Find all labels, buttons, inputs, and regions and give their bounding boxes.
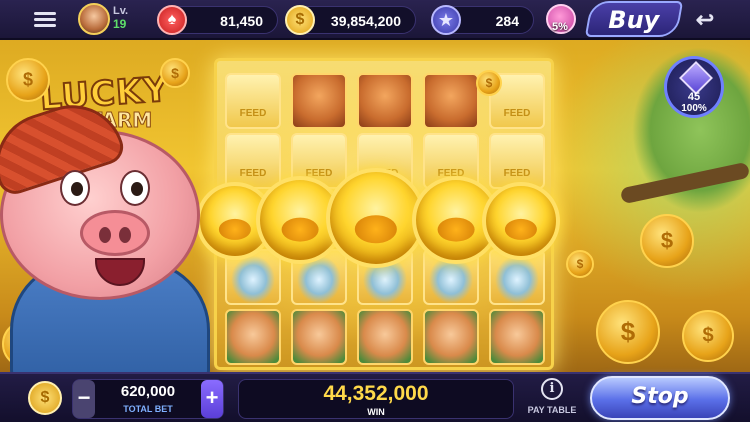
symbol-farmer xyxy=(291,73,347,129)
symbol-farmer xyxy=(357,73,413,129)
bet-increase-button[interactable]: + xyxy=(201,380,223,418)
win-panel: 44,352,000 WIN xyxy=(238,379,514,419)
gold-coin-decoration: $ xyxy=(682,310,734,362)
pay-table-label: PAY TABLE xyxy=(527,405,577,415)
symbol-farm-girl xyxy=(225,309,281,365)
total-bet-label: TOTAL BET xyxy=(123,404,173,414)
symbol-farm-girl xyxy=(423,309,479,365)
win-label: WIN xyxy=(367,407,385,417)
symbol-feed: FEED xyxy=(225,133,281,189)
stop-label: Stop xyxy=(631,384,689,409)
info-icon: i xyxy=(541,378,563,400)
coin-symbol: $ xyxy=(702,324,714,347)
bottom-bar: − 620,000 TOTAL BET + 44,352,000 WIN i P… xyxy=(0,372,750,422)
stars-value: 284 xyxy=(495,13,519,29)
feed-label: FEED xyxy=(503,168,531,179)
gold-coin-decoration: $ xyxy=(640,214,694,268)
feed-label: FEED xyxy=(239,108,267,119)
coin-symbol: $ xyxy=(485,76,493,90)
pig-eye xyxy=(120,170,150,206)
pig-snout xyxy=(80,210,150,256)
gold-coin-decoration: $ xyxy=(596,300,660,364)
coin-symbol: $ xyxy=(660,228,674,253)
mission-percent: 100% xyxy=(681,103,707,114)
coins-value: 39,854,200 xyxy=(330,13,401,29)
feed-label: FEED xyxy=(503,108,531,119)
symbol-feed: FEED xyxy=(225,73,281,129)
gold-coin-decoration: $ xyxy=(566,250,594,278)
mission-badge[interactable]: 45 100% xyxy=(664,56,724,118)
pig-mascot xyxy=(0,91,230,390)
top-bar: Lv. 19 81,450 39,854,200 284 5% Buy ↩ xyxy=(0,0,750,40)
gold-coin-decoration: $ xyxy=(476,70,502,96)
buy-label: Buy xyxy=(608,6,660,34)
symbol-farm-girl xyxy=(357,309,413,365)
level-value: 19 xyxy=(113,17,127,31)
coin-symbol: $ xyxy=(576,257,584,271)
symbol-farm-girl xyxy=(291,309,347,365)
pig-coin-symbol xyxy=(326,168,426,268)
coin-symbol: $ xyxy=(22,69,33,90)
star-icon xyxy=(431,5,461,35)
symbol-feed: FEED xyxy=(489,133,545,189)
pig-eye xyxy=(60,170,90,206)
mission-count: 45 xyxy=(687,91,701,103)
autospin-coin-icon[interactable] xyxy=(28,381,62,415)
stars-balance[interactable]: 284 xyxy=(431,5,534,35)
piggy-bank-percent: 5% xyxy=(552,21,568,33)
buy-button[interactable]: Buy xyxy=(584,1,684,37)
avatar[interactable] xyxy=(78,3,110,35)
bet-decrease-button[interactable]: − xyxy=(73,380,95,418)
symbol-farmer xyxy=(423,73,479,129)
back-arrow-icon[interactable]: ↩ xyxy=(692,8,718,32)
feed-label: FEED xyxy=(239,168,267,179)
menu-icon[interactable] xyxy=(34,12,56,28)
total-bet-value: 620,000 xyxy=(120,383,176,400)
coins-balance[interactable]: 39,854,200 xyxy=(285,5,416,35)
symbol-farm-girl xyxy=(489,309,545,365)
poker-chip-icon xyxy=(157,5,187,35)
coin-symbol: $ xyxy=(620,316,636,347)
total-bet-panel: − 620,000 TOTAL BET + xyxy=(72,379,224,419)
pay-table-button[interactable]: i PAY TABLE xyxy=(524,378,580,420)
gold-coin-decoration: $ xyxy=(160,58,190,88)
gold-coin-decoration: $ xyxy=(6,58,50,102)
pig-coin-symbol xyxy=(482,182,560,260)
chips-value: 81,450 xyxy=(220,13,263,29)
coin-symbol: $ xyxy=(171,65,179,81)
gem-icon xyxy=(679,61,713,95)
chips-balance[interactable]: 81,450 xyxy=(157,5,278,35)
stop-button[interactable]: Stop xyxy=(590,376,730,420)
win-value: 44,352,000 xyxy=(323,382,429,405)
level-indicator: Lv. 19 xyxy=(113,5,128,31)
coin-icon xyxy=(285,5,315,35)
